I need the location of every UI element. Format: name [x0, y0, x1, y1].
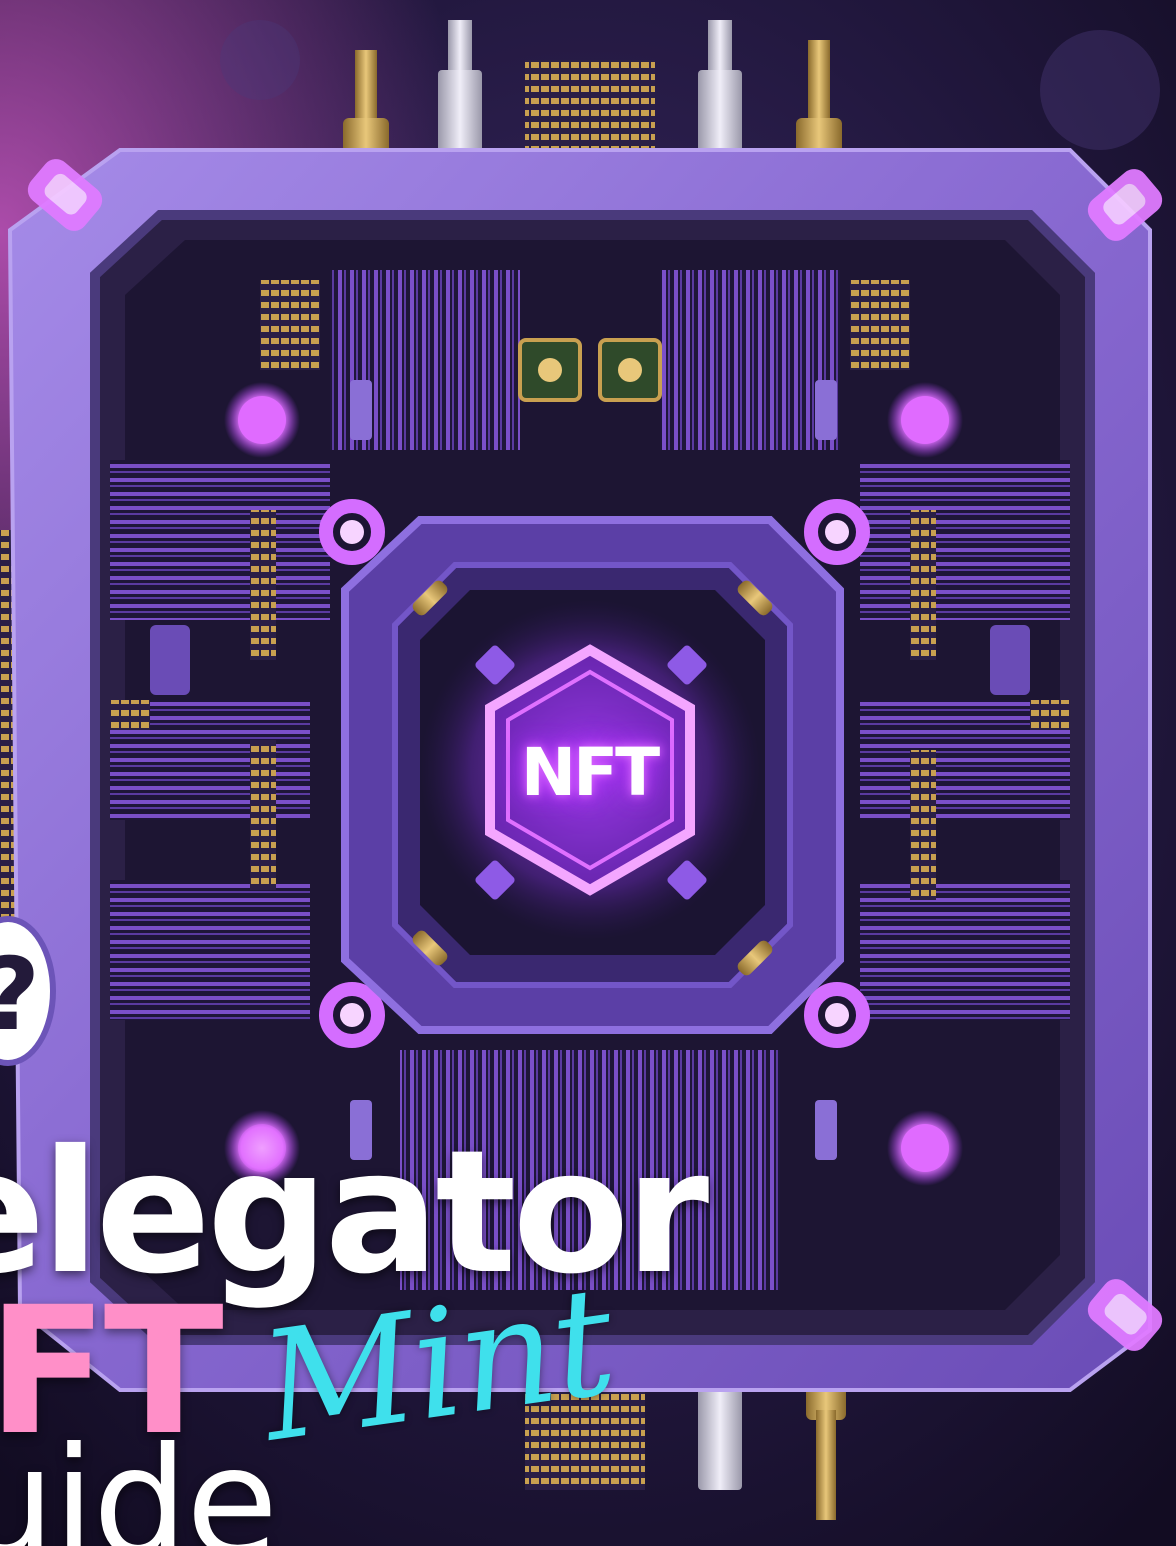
title-line-guide: uide [0, 1416, 278, 1546]
chip-nft-label: NFT [520, 734, 660, 811]
thumbnail-canvas: NFT ? elegator IFT Mint uide [0, 0, 1176, 1546]
question-mark: ? [0, 936, 40, 1053]
